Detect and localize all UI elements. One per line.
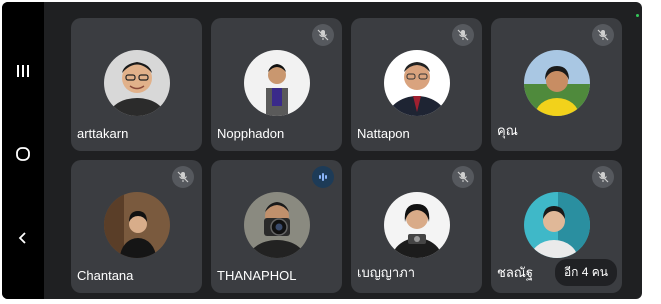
avatar: [383, 192, 450, 258]
mic-muted-icon: [452, 24, 474, 46]
mic-muted-icon: [172, 166, 194, 188]
avatar: [523, 50, 590, 116]
home-icon: [15, 146, 31, 162]
participant-tile[interactable]: THANAPHOL: [211, 160, 342, 293]
mic-muted-icon: [312, 24, 334, 46]
avatar: [383, 50, 450, 116]
speaking-indicator-icon: [312, 166, 334, 188]
participant-tile[interactable]: Nopphadon: [211, 18, 342, 151]
mic-muted-icon: [592, 166, 614, 188]
avatar: [523, 192, 590, 258]
participant-tile[interactable]: Nattapon: [351, 18, 482, 151]
meeting-screen: arttakarn Nopphadon Nattapon คุณ Chantan…: [2, 2, 642, 299]
participant-name: THANAPHOL: [217, 268, 297, 283]
participant-name: arttakarn: [77, 126, 129, 141]
status-indicator: [636, 14, 639, 17]
home-button[interactable]: [2, 136, 44, 172]
participant-name: ชลณัฐ: [497, 265, 534, 280]
mic-muted-icon: [452, 166, 474, 188]
avatar: [103, 192, 170, 258]
recents-button[interactable]: [2, 53, 44, 89]
participant-tile[interactable]: เบญญาภา: [351, 160, 482, 293]
participant-tile[interactable]: ชลณัฐ อีก 4 คน: [491, 160, 622, 293]
participant-name: Nattapon: [357, 126, 410, 141]
participant-name: คุณ: [497, 123, 518, 138]
participant-tile[interactable]: Chantana: [71, 160, 202, 293]
avatar: [103, 50, 170, 116]
avatar: [243, 192, 310, 258]
participant-name: Chantana: [77, 268, 134, 283]
more-participants-badge[interactable]: อีก 4 คน: [554, 259, 617, 286]
participant-tile[interactable]: คุณ: [491, 18, 622, 151]
mic-muted-icon: [592, 24, 614, 46]
participant-grid: arttakarn Nopphadon Nattapon คุณ Chantan…: [71, 18, 622, 293]
recents-icon: [16, 64, 30, 78]
avatar: [243, 50, 310, 116]
back-button[interactable]: [2, 220, 44, 256]
participant-name: Nopphadon: [217, 126, 285, 141]
navigation-bar: [2, 2, 44, 299]
back-icon: [16, 231, 30, 245]
participant-name: เบญญาภา: [357, 265, 416, 280]
participant-tile[interactable]: arttakarn: [71, 18, 202, 151]
